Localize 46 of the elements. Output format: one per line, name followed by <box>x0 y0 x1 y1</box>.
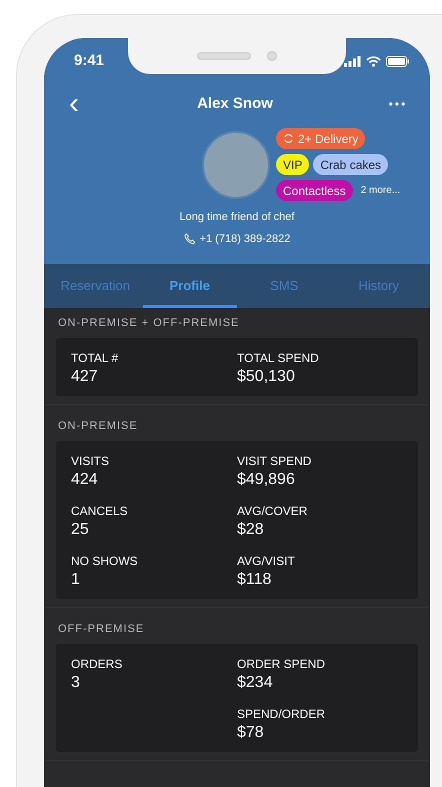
stat-label: AVG/COVER <box>237 503 308 519</box>
stat-value: 25 <box>71 520 90 540</box>
section-title: ON-PREMISE + OFF-PREMISE <box>57 316 240 331</box>
guest-tag: Crab cakes <box>313 154 388 175</box>
stat-value: $28 <box>237 520 265 540</box>
wifi-icon <box>366 56 381 66</box>
stat-value: 3 <box>71 673 81 693</box>
stat-label: ORDERS <box>71 656 124 672</box>
stat-value: 1 <box>71 570 81 590</box>
tab[interactable]: SMS <box>237 264 332 308</box>
stat-label: TOTAL SPEND <box>237 350 320 366</box>
guest-tag: 2+ Delivery <box>276 128 366 149</box>
stat-value: $78 <box>237 723 265 743</box>
stat-value: $49,896 <box>237 470 296 490</box>
section-title: ON-PREMISE <box>57 418 139 434</box>
more-button[interactable]: ••• <box>384 95 412 113</box>
section-title: OFF-PREMISE <box>57 622 146 637</box>
stat-label: VISIT SPEND <box>237 453 312 469</box>
stat-label: SPEND/ORDER <box>237 706 326 722</box>
speaker-icon <box>197 52 251 60</box>
stat-value: 424 <box>71 470 99 490</box>
guest-tag: Contactless <box>276 180 353 201</box>
phone-number: +1 (718) 389-2822 <box>200 232 290 246</box>
guest-tag: VIP <box>276 154 310 175</box>
stat-label: NO SHOWS <box>71 553 139 569</box>
stat-value: $118 <box>237 570 272 590</box>
stat-value: $50,130 <box>237 367 296 387</box>
camera-icon <box>267 51 277 61</box>
stat-label: ORDER SPEND <box>237 656 326 672</box>
back-button[interactable]: ‹ <box>62 89 86 119</box>
customer-name: Alex Snow <box>197 94 273 114</box>
stat-value: 427 <box>71 367 99 387</box>
tab[interactable]: History <box>332 264 426 308</box>
customer-note: Long time friend of chef <box>180 210 294 225</box>
status-time: 9:41 <box>74 50 104 71</box>
refresh-icon <box>283 133 294 144</box>
tab[interactable]: Profile <box>142 264 237 308</box>
more-tags-link[interactable]: 2 more... <box>360 183 400 198</box>
tab[interactable]: Reservation <box>48 264 142 308</box>
stat-label: TOTAL # <box>71 350 120 366</box>
stat-label: AVG/VISIT <box>237 553 296 569</box>
stat-value: $234 <box>237 673 274 693</box>
battery-icon <box>386 56 410 66</box>
phone-icon <box>184 232 196 245</box>
stat-label: CANCELS <box>71 503 129 519</box>
stat-label: VISITS <box>71 453 110 469</box>
